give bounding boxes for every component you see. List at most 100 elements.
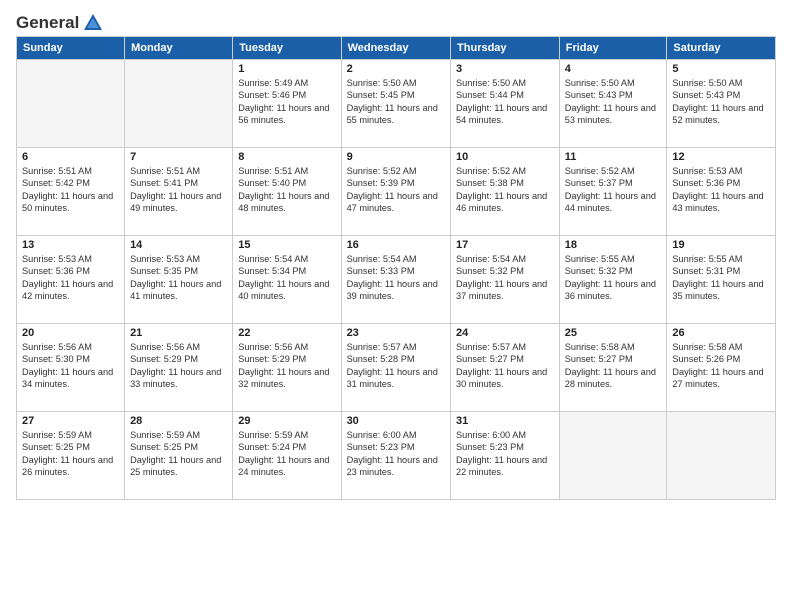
calendar-cell: 23Sunrise: 5:57 AM Sunset: 5:28 PM Dayli… [341, 324, 450, 412]
day-number: 27 [22, 415, 119, 427]
logo-text-general: General [16, 13, 79, 33]
day-number: 15 [238, 239, 335, 251]
day-number: 10 [456, 151, 554, 163]
calendar-cell: 24 Sunrise: 5:57 AM Sunset: 5:27 PM Dayli… [451, 324, 560, 412]
calendar-cell: 28 Sunrise: 5:59 AM Sunset: 5:25 PM Dayli… [125, 412, 233, 500]
day-info: Sunrise: 5:52 AM Sunset: 5:38 PM Dayligh… [456, 165, 554, 215]
day-info: Sunrise: 5:53 AM Sunset: 5:36 PM Dayligh… [22, 253, 119, 303]
day-info: Sunrise: 5:59 AM Sunset: 5:24 PM Dayligh… [238, 429, 335, 479]
day-info: Sunrise: 5:56 AM Sunset: 5:29 PM Dayligh… [238, 341, 335, 391]
day-info: Sunrise: 5:55 AM Sunset: 5:31 PM Dayligh… [672, 253, 770, 303]
day-info: Sunrise: 5:52 AM Sunset: 5:37 PM Dayligh… [565, 165, 662, 215]
day-info: Sunrise: 5:54 AM Sunset: 5:32 PM Dayligh… [456, 253, 554, 303]
day-info: Sunrise: 6:00 AM Sunset: 5:23 PM Dayligh… [347, 429, 445, 479]
weekday-header-row: SundayMondayTuesdayWednesdayThursdayFrid… [17, 37, 776, 60]
day-number: 13 [22, 239, 119, 251]
calendar-cell: 29 Sunrise: 5:59 AM Sunset: 5:24 PM Dayli… [233, 412, 341, 500]
weekday-header-tuesday: Tuesday [233, 37, 341, 60]
logo-icon [82, 12, 104, 34]
day-number: 11 [565, 151, 662, 163]
day-info: Sunrise: 5:50 AM Sunset: 5:43 PM Dayligh… [672, 77, 770, 127]
calendar-cell: 2Sunrise: 5:50 AM Sunset: 5:45 PM Daylig… [341, 60, 450, 148]
day-info: Sunrise: 5:54 AM Sunset: 5:33 PM Dayligh… [347, 253, 445, 303]
day-number: 20 [22, 327, 119, 339]
calendar-cell: 7 Sunrise: 5:51 AM Sunset: 5:41 PM Daylig… [125, 148, 233, 236]
day-number: 25 [565, 327, 662, 339]
day-info: Sunrise: 5:59 AM Sunset: 5:25 PM Dayligh… [130, 429, 227, 479]
day-info: Sunrise: 5:50 AM Sunset: 5:44 PM Dayligh… [456, 77, 554, 127]
calendar-table: SundayMondayTuesdayWednesdayThursdayFrid… [16, 36, 776, 500]
day-info: Sunrise: 5:59 AM Sunset: 5:25 PM Dayligh… [22, 429, 119, 479]
calendar-cell: 15 Sunrise: 5:54 AM Sunset: 5:34 PM Dayli… [233, 236, 341, 324]
day-info: Sunrise: 5:54 AM Sunset: 5:34 PM Dayligh… [238, 253, 335, 303]
calendar-cell [559, 412, 667, 500]
day-info: Sunrise: 5:58 AM Sunset: 5:27 PM Dayligh… [565, 341, 662, 391]
calendar-cell: 18Sunrise: 5:55 AM Sunset: 5:32 PM Dayli… [559, 236, 667, 324]
calendar-cell: 8Sunrise: 5:51 AM Sunset: 5:40 PM Daylig… [233, 148, 341, 236]
day-number: 26 [672, 327, 770, 339]
day-number: 21 [130, 327, 227, 339]
calendar-week-5: 27 Sunrise: 5:59 AM Sunset: 5:25 PM Dayli… [17, 412, 776, 500]
day-info: Sunrise: 5:57 AM Sunset: 5:27 PM Dayligh… [456, 341, 554, 391]
day-number: 1 [238, 63, 335, 75]
calendar-cell: 27 Sunrise: 5:59 AM Sunset: 5:25 PM Dayli… [17, 412, 125, 500]
day-number: 31 [456, 415, 554, 427]
weekday-header-friday: Friday [559, 37, 667, 60]
calendar-cell [17, 60, 125, 148]
calendar-cell: 4Sunrise: 5:50 AM Sunset: 5:43 PM Daylig… [559, 60, 667, 148]
day-number: 7 [130, 151, 227, 163]
day-number: 28 [130, 415, 227, 427]
day-info: Sunrise: 5:57 AM Sunset: 5:28 PM Dayligh… [347, 341, 445, 391]
day-number: 14 [130, 239, 227, 251]
day-number: 29 [238, 415, 335, 427]
day-info: Sunrise: 5:52 AM Sunset: 5:39 PM Dayligh… [347, 165, 445, 215]
calendar-cell: 31 Sunrise: 6:00 AM Sunset: 5:23 PM Dayli… [451, 412, 560, 500]
day-number: 16 [347, 239, 445, 251]
calendar-week-3: 13 Sunrise: 5:53 AM Sunset: 5:36 PM Dayli… [17, 236, 776, 324]
calendar-week-4: 20 Sunrise: 5:56 AM Sunset: 5:30 PM Dayli… [17, 324, 776, 412]
calendar-cell: 11 Sunrise: 5:52 AM Sunset: 5:37 PM Dayli… [559, 148, 667, 236]
calendar-cell: 25 Sunrise: 5:58 AM Sunset: 5:27 PM Dayli… [559, 324, 667, 412]
calendar-cell: 6 Sunrise: 5:51 AM Sunset: 5:42 PM Daylig… [17, 148, 125, 236]
day-info: Sunrise: 5:51 AM Sunset: 5:41 PM Dayligh… [130, 165, 227, 215]
calendar-cell: 30Sunrise: 6:00 AM Sunset: 5:23 PM Dayli… [341, 412, 450, 500]
day-info: Sunrise: 5:53 AM Sunset: 5:35 PM Dayligh… [130, 253, 227, 303]
calendar-cell: 5 Sunrise: 5:50 AM Sunset: 5:43 PM Daylig… [667, 60, 776, 148]
calendar-cell: 19Sunrise: 5:55 AM Sunset: 5:31 PM Dayli… [667, 236, 776, 324]
day-number: 3 [456, 63, 554, 75]
day-info: Sunrise: 5:58 AM Sunset: 5:26 PM Dayligh… [672, 341, 770, 391]
page: General SundayMondayTuesdayWednesdayThur… [0, 0, 792, 612]
calendar-week-1: 1Sunrise: 5:49 AM Sunset: 5:46 PM Daylig… [17, 60, 776, 148]
day-number: 2 [347, 63, 445, 75]
calendar-cell: 14 Sunrise: 5:53 AM Sunset: 5:35 PM Dayli… [125, 236, 233, 324]
weekday-header-saturday: Saturday [667, 37, 776, 60]
day-number: 8 [238, 151, 335, 163]
calendar-cell [667, 412, 776, 500]
day-info: Sunrise: 5:56 AM Sunset: 5:29 PM Dayligh… [130, 341, 227, 391]
day-info: Sunrise: 5:56 AM Sunset: 5:30 PM Dayligh… [22, 341, 119, 391]
calendar-cell: 1Sunrise: 5:49 AM Sunset: 5:46 PM Daylig… [233, 60, 341, 148]
day-number: 6 [22, 151, 119, 163]
calendar-cell: 16 Sunrise: 5:54 AM Sunset: 5:33 PM Dayli… [341, 236, 450, 324]
logo: General [16, 12, 104, 30]
day-number: 18 [565, 239, 662, 251]
weekday-header-monday: Monday [125, 37, 233, 60]
calendar-cell: 22 Sunrise: 5:56 AM Sunset: 5:29 PM Dayli… [233, 324, 341, 412]
weekday-header-sunday: Sunday [17, 37, 125, 60]
day-number: 9 [347, 151, 445, 163]
day-number: 24 [456, 327, 554, 339]
day-info: Sunrise: 5:51 AM Sunset: 5:42 PM Dayligh… [22, 165, 119, 215]
calendar-cell: 13 Sunrise: 5:53 AM Sunset: 5:36 PM Dayli… [17, 236, 125, 324]
calendar-cell [125, 60, 233, 148]
calendar-cell: 17 Sunrise: 5:54 AM Sunset: 5:32 PM Dayli… [451, 236, 560, 324]
calendar-cell: 20 Sunrise: 5:56 AM Sunset: 5:30 PM Dayli… [17, 324, 125, 412]
weekday-header-thursday: Thursday [451, 37, 560, 60]
day-info: Sunrise: 6:00 AM Sunset: 5:23 PM Dayligh… [456, 429, 554, 479]
calendar-cell: 9 Sunrise: 5:52 AM Sunset: 5:39 PM Daylig… [341, 148, 450, 236]
day-number: 5 [672, 63, 770, 75]
weekday-header-wednesday: Wednesday [341, 37, 450, 60]
day-info: Sunrise: 5:50 AM Sunset: 5:43 PM Dayligh… [565, 77, 662, 127]
day-number: 22 [238, 327, 335, 339]
day-number: 17 [456, 239, 554, 251]
day-number: 12 [672, 151, 770, 163]
